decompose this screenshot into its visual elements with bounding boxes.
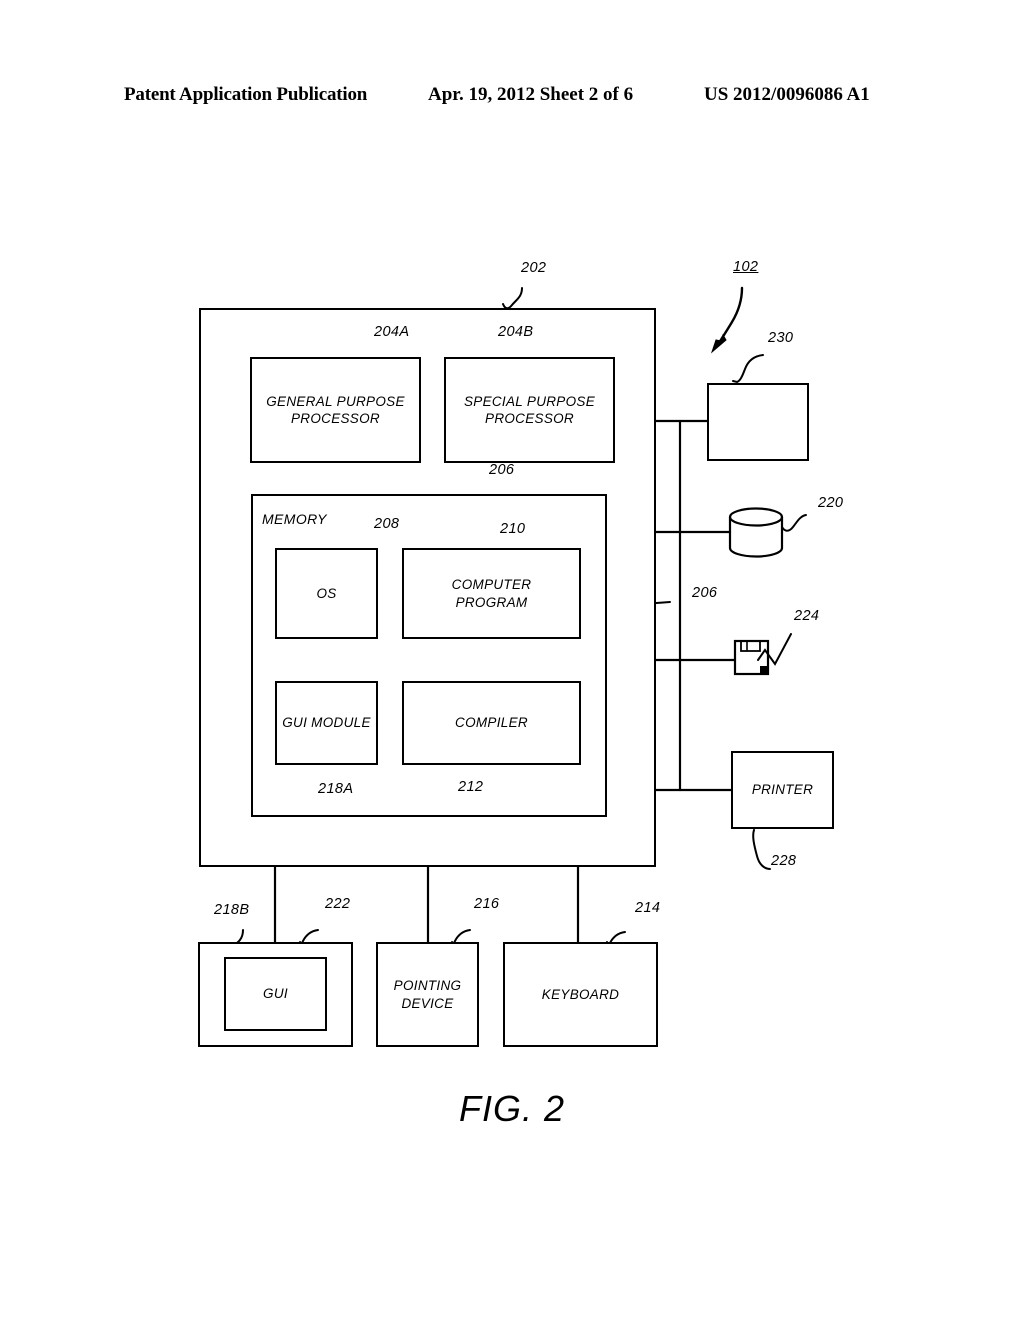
ref-220: 220 [818,495,844,511]
os-label: OS [316,585,337,601]
compiler-box: COMPILER [402,681,581,765]
external-device-box [707,383,809,461]
ref-206-bus: 206 [692,585,718,601]
printer-label: PRINTER [751,782,814,798]
general-purpose-processor-box: GENERAL PURPOSE PROCESSOR [250,357,421,463]
special-purpose-processor-label: SPECIAL PURPOSE PROCESSOR [463,393,596,426]
ref-218A: 218A [318,781,354,797]
computer-program-label: COMPUTER PROGRAM [451,577,532,610]
ref-102: 102 [733,259,759,275]
ref-208: 208 [374,516,400,532]
ref-228: 228 [771,853,797,869]
ref-204B: 204B [498,324,534,340]
keyboard-label: KEYBOARD [541,986,620,1002]
ref-210: 210 [500,521,526,537]
computer-program-box: COMPUTER PROGRAM [402,548,581,639]
ref-206-memory: 206 [489,462,515,478]
os-box: OS [275,548,378,639]
memory-box [251,494,607,817]
ref-202: 202 [521,260,547,276]
ref-222: 222 [325,896,351,912]
ref-224: 224 [794,608,820,624]
figure-caption: FIG. 2 [458,1088,566,1129]
gui-label: GUI [263,986,288,1002]
gui-module-box: GUI MODULE [275,681,378,765]
compiler-label: COMPILER [455,715,528,731]
printer-box: PRINTER [731,751,834,829]
keyboard-box: KEYBOARD [503,942,658,1047]
ref-204A: 204A [374,324,410,340]
general-purpose-processor-label: GENERAL PURPOSE PROCESSOR [266,393,405,426]
patent-figure-2: GENERAL PURPOSE PROCESSOR SPECIAL PURPOS… [0,0,1024,1320]
ref-214: 214 [635,900,661,916]
ref-218B: 218B [214,902,250,918]
ref-216: 216 [474,896,500,912]
special-purpose-processor-box: SPECIAL PURPOSE PROCESSOR [444,357,615,463]
ref-230: 230 [768,330,794,346]
pointing-device-label: POINTING DEVICE [393,978,462,1011]
memory-label: MEMORY [262,511,327,527]
pointing-device-box: POINTING DEVICE [376,942,479,1047]
gui-module-label: GUI MODULE [282,715,371,731]
gui-box: GUI [224,957,327,1031]
ref-212: 212 [458,779,484,795]
